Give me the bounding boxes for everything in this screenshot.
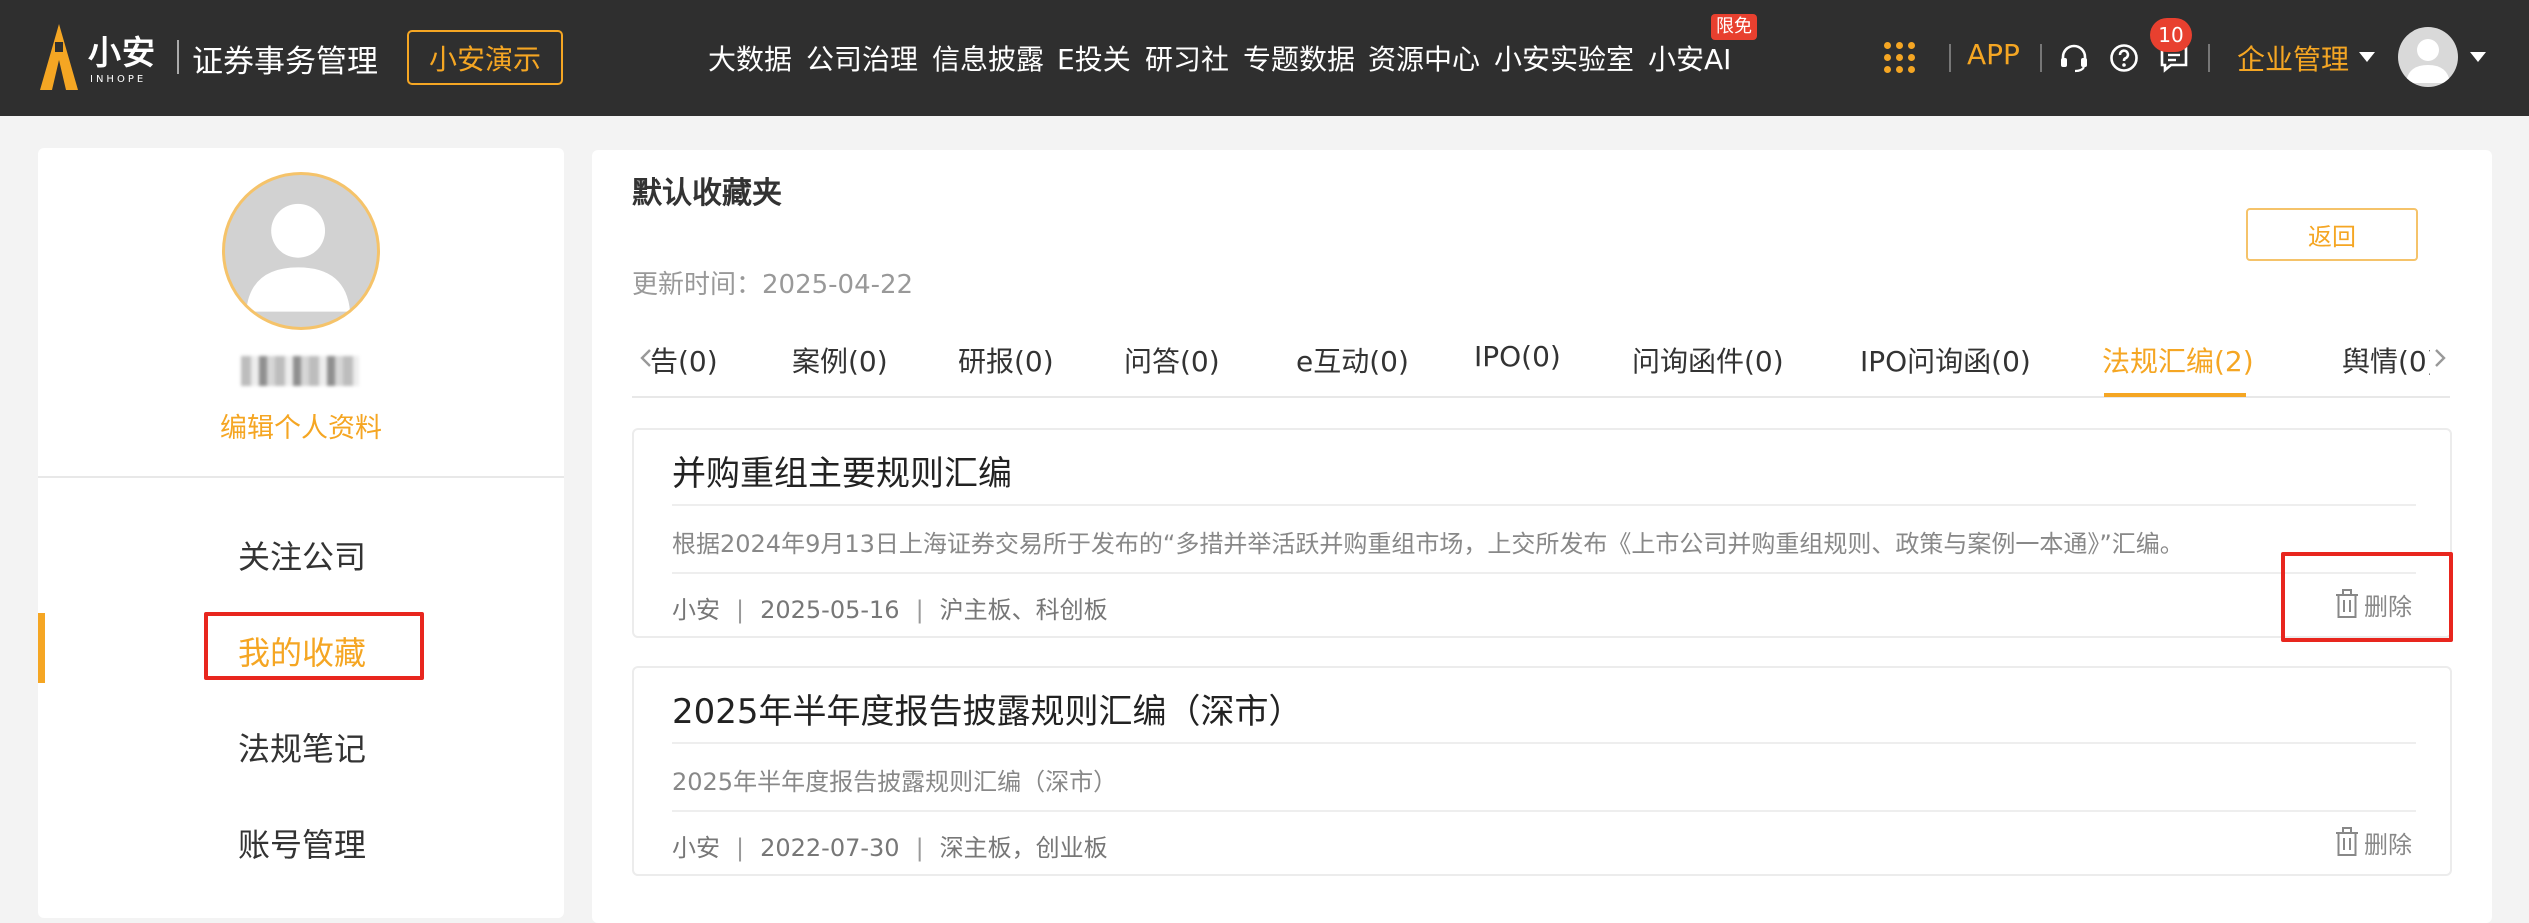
delete-label: 删除 (2364, 830, 2412, 859)
card-divider (672, 572, 2416, 574)
nav-item-topic-data[interactable]: 专题数据 (1243, 38, 1355, 78)
update-time: 更新时间：2025-04-22 (632, 270, 914, 300)
headset-icon[interactable] (2058, 42, 2090, 74)
header-divider (1949, 44, 1951, 72)
card-boards: 深主板，创业板 (939, 834, 1108, 862)
demo-button[interactable]: 小安演示 (407, 30, 563, 85)
meta-separator: | (736, 596, 745, 624)
app-link[interactable]: APP (1967, 38, 2020, 71)
nav-item-lab[interactable]: 小安实验室 (1494, 38, 1634, 78)
card-summary: 根据2024年9月13日上海证券交易所于发布的“多措并举活跃并购重组市场，上交所… (672, 530, 2184, 558)
favorite-card[interactable]: 并购重组主要规则汇编 根据2024年9月13日上海证券交易所于发布的“多措并举活… (632, 428, 2452, 638)
tab-ipo-inquiry-letters[interactable]: IPO问询函(0) (1860, 340, 2031, 380)
sidebar-item-followed-companies[interactable]: 关注公司 (238, 532, 366, 578)
meta-separator: | (736, 834, 745, 862)
active-tab-underline (2104, 393, 2246, 397)
logo-text: 小安 (88, 33, 156, 72)
delete-button[interactable]: 删除 (2334, 824, 2412, 860)
chevron-right-icon[interactable] (2430, 346, 2450, 370)
nav-item-study-club[interactable]: 研习社 (1145, 38, 1229, 78)
tab-qa[interactable]: 问答(0) (1124, 340, 1220, 380)
tab-e-interaction[interactable]: e互动(0) (1296, 340, 1409, 380)
chevron-down-icon[interactable] (2470, 52, 2486, 62)
tab-research[interactable]: 研报(0) (958, 340, 1054, 380)
logo-subtext: INHOPE (90, 74, 147, 85)
nav-item-governance[interactable]: 公司治理 (806, 38, 918, 78)
highlight-box-my-favorites (204, 612, 424, 680)
trash-icon (2336, 827, 2358, 856)
card-title[interactable]: 并购重组主要规则汇编 (672, 446, 1012, 495)
chevron-down-icon[interactable] (2359, 52, 2375, 62)
favorites-panel: 默认收藏夹 返回 更新时间：2025-04-22 告(0) 案例(0) 研报(0… (592, 150, 2492, 923)
nav-item-resource-center[interactable]: 资源中心 (1368, 38, 1480, 78)
card-meta: 小安 | 2025-05-16 | 沪主板、科创板 (672, 590, 1108, 625)
inhope-logo-icon (40, 24, 78, 90)
card-divider (672, 504, 2416, 506)
card-divider (672, 742, 2416, 744)
tab-ipo[interactable]: IPO(0) (1474, 340, 1561, 373)
card-boards: 沪主板、科创板 (939, 596, 1108, 624)
logo-divider (177, 40, 179, 74)
card-divider (672, 810, 2416, 812)
highlight-box-delete (2281, 552, 2453, 642)
meta-separator: | (915, 834, 924, 862)
card-author: 小安 (672, 596, 720, 624)
category-tabs: 告(0) 案例(0) 研报(0) 问答(0) e互动(0) IPO(0) 问询函… (636, 326, 2430, 386)
nav-item-investor-relations[interactable]: E投关 (1057, 38, 1131, 78)
nav-item-disclosure[interactable]: 信息披露 (932, 38, 1044, 78)
card-date: 2022-07-30 (760, 834, 900, 862)
help-icon[interactable] (2108, 42, 2140, 74)
user-avatar[interactable] (2398, 27, 2458, 87)
profile-sidebar: 编辑个人资料 关注公司 我的收藏 法规笔记 账号管理 (38, 148, 564, 918)
tab-inquiry-letters[interactable]: 问询函件(0) (1632, 340, 1784, 380)
back-button[interactable]: 返回 (2246, 208, 2418, 261)
active-indicator (38, 613, 45, 683)
sidebar-divider (38, 476, 564, 478)
card-title[interactable]: 2025年半年度报告披露规则汇编（深市） (672, 684, 1303, 733)
header-divider (2208, 44, 2210, 72)
tab-regulation-compilations[interactable]: 法规汇编(2) (2102, 340, 2254, 380)
message-count-badge: 10 (2150, 18, 2192, 52)
sidebar-item-regulation-notes[interactable]: 法规笔记 (238, 724, 366, 770)
edit-profile-link[interactable]: 编辑个人资料 (38, 406, 564, 445)
header-divider (2040, 44, 2042, 72)
tab-cases[interactable]: 案例(0) (792, 340, 888, 380)
tab-announcements[interactable]: 告(0) (650, 340, 718, 380)
folder-title: 默认收藏夹 (632, 176, 782, 211)
apps-grid-icon[interactable] (1884, 42, 1916, 74)
sidebar-item-account-management[interactable]: 账号管理 (238, 820, 366, 866)
user-silhouette-icon (246, 203, 351, 312)
nav-item-ai[interactable]: 小安AI (1648, 38, 1731, 78)
favorite-card[interactable]: 2025年半年度报告披露规则汇编（深市） 2025年半年度报告披露规则汇编（深市… (632, 666, 2452, 876)
nav-item-big-data[interactable]: 大数据 (708, 38, 792, 78)
enterprise-menu[interactable]: 企业管理 (2237, 38, 2349, 78)
card-author: 小安 (672, 834, 720, 862)
card-date: 2025-05-16 (760, 596, 900, 624)
card-meta: 小安 | 2022-07-30 | 深主板，创业板 (672, 828, 1108, 863)
system-title: 证券事务管理 (192, 44, 378, 80)
card-summary: 2025年半年度报告披露规则汇编（深市） (672, 768, 1118, 796)
top-navigation-bar: 小安 INHOPE 证券事务管理 小安演示 大数据 公司治理 信息披露 E投关 … (0, 0, 2529, 116)
free-badge: 限免 (1711, 14, 1757, 40)
profile-avatar (222, 172, 380, 330)
tab-public-opinion[interactable]: 舆情(0) (2342, 340, 2430, 380)
meta-separator: | (915, 596, 924, 624)
user-silhouette-icon (2406, 39, 2450, 83)
username-redacted (241, 356, 359, 386)
